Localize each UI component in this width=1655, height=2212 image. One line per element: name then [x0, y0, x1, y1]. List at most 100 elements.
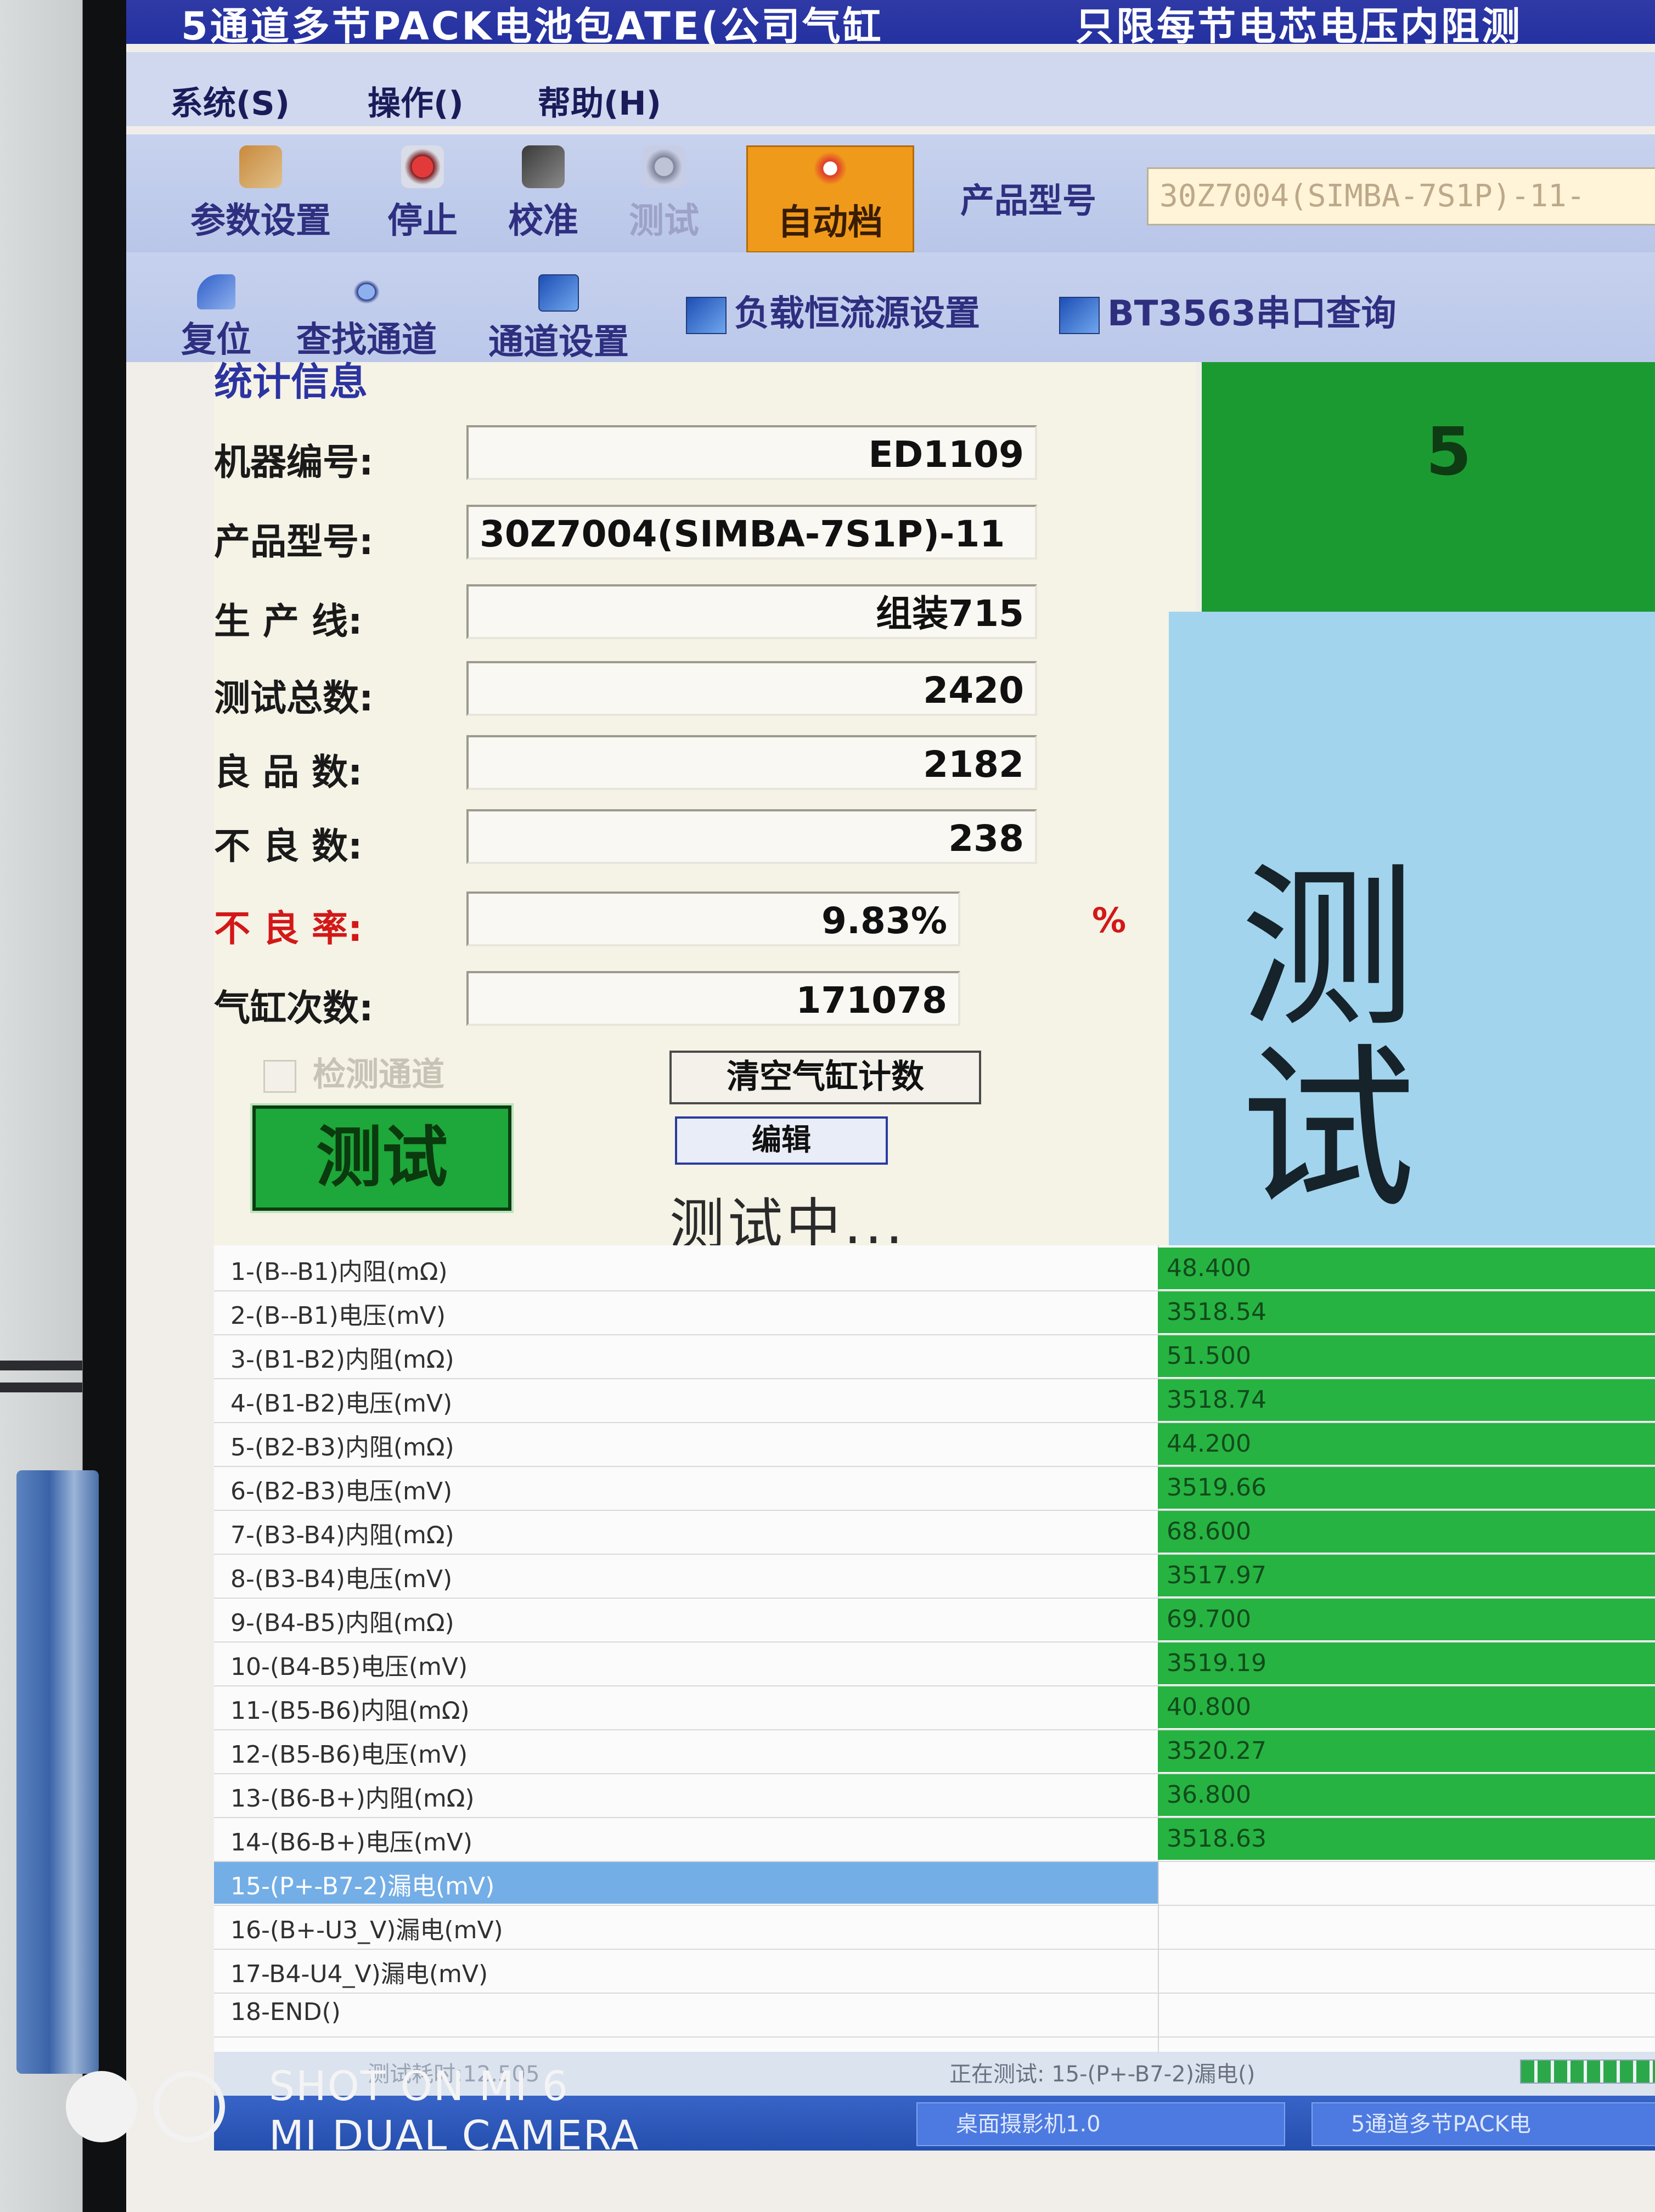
test-icon [643, 145, 685, 188]
table-row[interactable]: 8-(B3-B4)电压(mV)3517.973523.0 [214, 1555, 1655, 1599]
table-row[interactable]: 12-(B5-B6)电压(mV)3520.273518.00 [214, 1730, 1655, 1774]
current-value-cell: 51.500 [1158, 1335, 1655, 1377]
current-test-text: 正在测试: 15-(P+-B7-2)漏电() [949, 2062, 1256, 2087]
serial-query-button[interactable]: BT3563串口查询 [1059, 285, 1397, 336]
image-icon [1059, 297, 1100, 335]
table-row[interactable]: 3-(B1-B2)内阻(mΩ)51.50052. [214, 1335, 1655, 1379]
background-pole [16, 1470, 99, 2074]
table-row[interactable]: 17-B4-U4_V)漏电(mV) [214, 1950, 1655, 1994]
current-value-cell: 3518.63 [1158, 1818, 1655, 1860]
detect-channel-checkbox[interactable]: 检测通道 [263, 1048, 444, 1096]
current-value-cell [1158, 1950, 1655, 1991]
window-title-right: 只限每节电芯电压内阻测 [1076, 4, 1522, 44]
cylinder-count-label: 气缸次数: [214, 987, 374, 1029]
table-row[interactable]: 2-(B--B1)电压(mV)3518.54352 [214, 1291, 1655, 1335]
percent-sign: % [1092, 900, 1127, 940]
stop-button[interactable]: 停止 [368, 145, 477, 250]
window-title: 5通道多节PACK电池包ATE(公司气缸 [181, 4, 883, 44]
results-table: 1-(B--B1)内阻(mΩ)48.400442-(B--B1)电压(mV)35… [214, 1245, 1655, 2052]
watermark-line2: MI DUAL CAMERA [269, 2112, 640, 2159]
param-settings-button[interactable]: 参数设置 [170, 145, 351, 250]
test-item-label: 11-(B5-B6)内阻(mΩ) [230, 1697, 470, 1725]
watermark-line1: SHOT ON MI 6 [269, 2063, 569, 2110]
test-item-label: 13-(B6-B+)内阻(mΩ) [230, 1785, 475, 1813]
test-item-label: 2-(B--B1)电压(mV) [230, 1302, 446, 1330]
search-icon [347, 274, 386, 309]
table-row[interactable]: 13-(B6-B+)内阻(mΩ)36.80036.900 [214, 1774, 1655, 1818]
product-model-select[interactable]: 30Z7004(SIMBA-7S1P)-11- [1147, 167, 1655, 225]
panel-title: 统计信息 [214, 359, 368, 404]
big-status-text: 测试 [1240, 847, 1416, 1232]
channel-settings-button[interactable]: 通道设置 [488, 274, 629, 364]
table-row[interactable]: 16-(B+-U3_V)漏电(mV) [214, 1906, 1655, 1950]
main-toolbar: 参数设置 停止 校准 测试 自动档 产品型号 30Z7004(SIMBA-7S1… [126, 134, 1655, 254]
current-value-cell: 68.600 [1158, 1511, 1655, 1553]
load-source-settings-button[interactable]: 负载恒流源设置 [686, 285, 980, 336]
table-row[interactable]: 5-(B2-B3)内阻(mΩ)44.20048.8 [214, 1423, 1655, 1467]
find-channel-button[interactable]: 查找通道 [296, 274, 437, 362]
title-bar: 5通道多节PACK电池包ATE(公司气缸 只限每节电芯电压内阻测 [126, 0, 1655, 44]
bad-rate-field: 9.83% [466, 891, 960, 946]
current-value-cell: 48.400 [1158, 1248, 1655, 1289]
taskbar-ate-app[interactable]: 5通道多节PACK电 [1311, 2102, 1655, 2146]
reset-button[interactable]: 复位 [181, 274, 251, 362]
table-row[interactable]: 7-(B3-B4)内阻(mΩ)68.60068.40 [214, 1511, 1655, 1555]
test-item-label: 16-(B+-U3_V)漏电(mV) [230, 1916, 503, 1944]
auto-mode-button[interactable]: 自动档 [746, 145, 914, 253]
taskbar-camera-app[interactable]: 桌面摄影机1.0 [916, 2102, 1285, 2146]
production-line-label: 生 产 线: [214, 600, 363, 642]
test-item-label: 1-(B--B1)内阻(mΩ) [230, 1258, 448, 1286]
menu-help[interactable]: 帮助(H) [538, 77, 661, 125]
statistics-panel: 统计信息 机器编号: ED1109 产品型号: 30Z7004(SIMBA-7S… [214, 359, 1196, 1256]
test-button[interactable]: 测试 [250, 1103, 514, 1213]
good-count-field: 2182 [466, 735, 1037, 790]
total-tests-label: 测试总数: [214, 677, 374, 719]
bad-rate-label: 不 良 率: [214, 907, 363, 950]
table-row[interactable]: 10-(B4-B5)电压(mV)3519.193519.00 [214, 1643, 1655, 1686]
table-row[interactable]: 1-(B--B1)内阻(mΩ)48.40044 [214, 1248, 1655, 1291]
test-item-label: 15-(P+-B7-2)漏电(mV) [230, 1872, 495, 1900]
undo-icon [197, 274, 235, 309]
current-value-cell [1158, 1994, 1655, 2035]
current-value-cell: 40.800 [1158, 1686, 1655, 1728]
test-item-label: 7-(B3-B4)内阻(mΩ) [230, 1521, 454, 1549]
menu-system[interactable]: 系统(S) [170, 77, 290, 125]
good-count-label: 良 品 数: [214, 751, 363, 793]
table-row[interactable]: 15-(P+-B7-2)漏电(mV) [214, 1862, 1655, 1906]
test-item-label: 8-(B3-B4)电压(mV) [230, 1565, 453, 1593]
menu-operate[interactable]: 操作() [368, 77, 464, 125]
machine-number-label: 机器编号: [214, 441, 374, 483]
table-row[interactable]: 4-(B1-B2)电压(mV)3518.743518 [214, 1379, 1655, 1423]
current-value-cell: 3519.66 [1158, 1467, 1655, 1509]
product-model-label: 产品型号 [960, 180, 1097, 221]
current-value-cell: 3518.54 [1158, 1291, 1655, 1333]
table-row[interactable]: 11-(B5-B6)内阻(mΩ)40.80042.900 [214, 1686, 1655, 1730]
table-row[interactable]: 18-END() [214, 1994, 1655, 2038]
current-value-cell: 44.200 [1158, 1423, 1655, 1465]
test-item-label: 12-(B5-B6)电压(mV) [230, 1741, 468, 1769]
test-item-label: 6-(B2-B3)电压(mV) [230, 1477, 453, 1505]
clear-cylinder-count-button[interactable]: 清空气缸计数 [669, 1051, 981, 1104]
table-row[interactable]: 6-(B2-B3)电压(mV)3519.663522. [214, 1467, 1655, 1511]
edit-button[interactable]: 编辑 [675, 1116, 888, 1165]
settings-icon [239, 145, 282, 188]
image-icon [686, 297, 727, 335]
product-model-label: 产品型号: [214, 521, 374, 563]
app-window: 5通道多节PACK电池包ATE(公司气缸 只限每节电芯电压内阻测 系统(S) 操… [126, 0, 1655, 2212]
calibrate-button[interactable]: 校准 [488, 145, 598, 250]
secondary-toolbar: 复位 查找通道 通道设置 负载恒流源设置 BT3563串口查询 [126, 252, 1655, 364]
checkbox-icon [263, 1060, 296, 1093]
table-row[interactable]: 9-(B4-B5)内阻(mΩ)69.70066.600 [214, 1599, 1655, 1643]
production-line-field: 组装715 [466, 584, 1037, 639]
test-status-display: 测试 [1169, 612, 1655, 1248]
total-tests-field: 2420 [466, 661, 1037, 716]
table-row[interactable]: 14-(B6-B+)电压(mV)3518.633519.00 [214, 1818, 1655, 1862]
current-value-cell: 3520.27 [1158, 1730, 1655, 1772]
current-value-cell: 3519.19 [1158, 1643, 1655, 1684]
progress-bar [1520, 2059, 1655, 2084]
product-model-field: 30Z7004(SIMBA-7S1P)-11 [466, 505, 1037, 560]
test-item-label: 18-END() [230, 1998, 341, 2026]
test-toolbar-button[interactable]: 测试 [609, 145, 719, 250]
image-icon [538, 274, 579, 312]
bad-count-field: 238 [466, 809, 1037, 864]
